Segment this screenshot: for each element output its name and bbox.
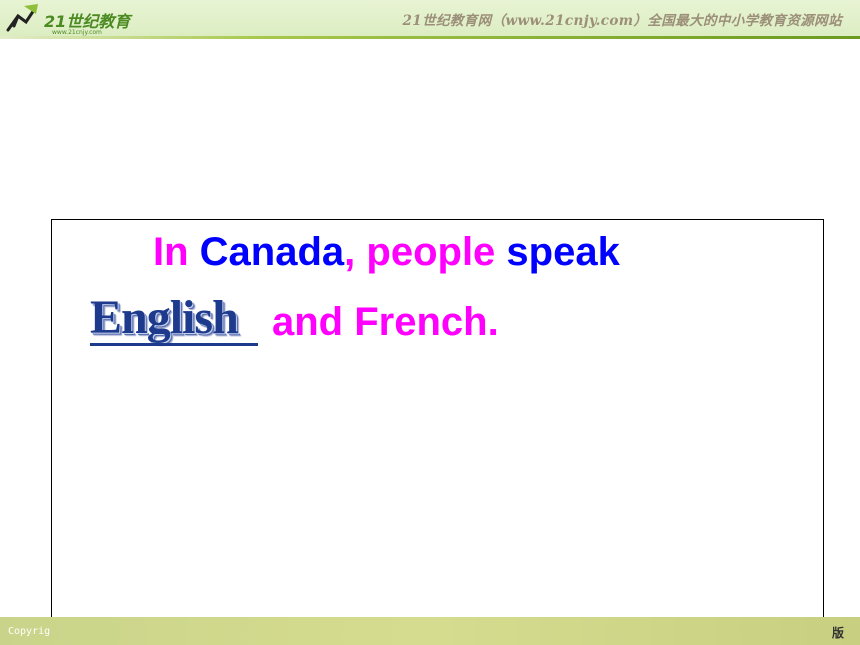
answer-blank-underline xyxy=(90,343,258,346)
footer-copyright: Copyrig xyxy=(8,626,51,637)
footer-edition: 版 xyxy=(831,626,844,640)
site-title: 21世纪教育网（www.21cnjy.com）全国最大的中小学教育资源网站 xyxy=(402,13,842,29)
word-speak: speak xyxy=(506,230,620,274)
word-people: , people xyxy=(344,230,507,274)
header-divider xyxy=(0,36,860,39)
word-in: In xyxy=(153,230,200,274)
sentence-line-2: and French. xyxy=(272,300,499,344)
logo-url: www.21cnjy.com xyxy=(52,29,102,36)
header-banner: 21世纪教育 www.21cnjy.com 21世纪教育网（www.21cnjy… xyxy=(0,0,860,36)
sentence-line-1: In Canada, people speak xyxy=(153,230,620,275)
runner-logo-icon xyxy=(6,4,38,32)
slide-panel xyxy=(51,219,824,645)
answer-word: English xyxy=(90,291,239,344)
word-canada: Canada xyxy=(199,230,345,274)
site-logo[interactable]: 21世纪教育 www.21cnjy.com xyxy=(4,2,154,36)
footer-strip xyxy=(0,617,860,645)
